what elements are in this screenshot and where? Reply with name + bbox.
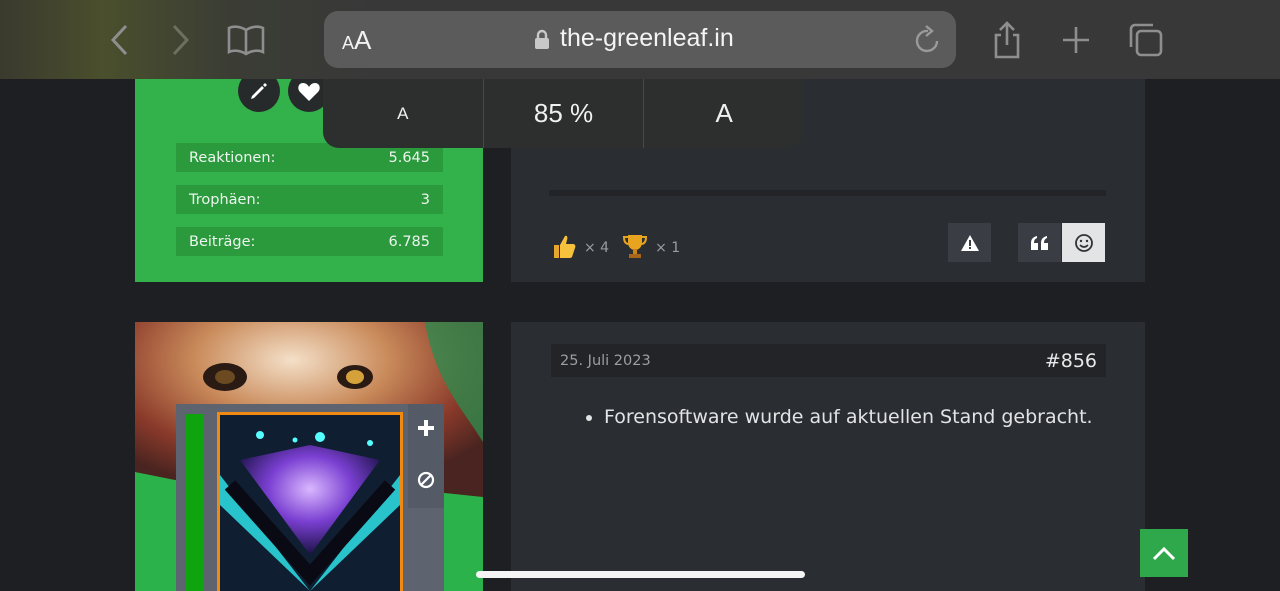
reaction-summary[interactable]: × 4 × 1 bbox=[550, 232, 680, 264]
stat-value: 6.785 bbox=[388, 233, 430, 250]
stat-value: 5.645 bbox=[388, 149, 430, 166]
text-size-button[interactable]: AA bbox=[342, 25, 371, 56]
trophy-icon bbox=[621, 232, 649, 264]
zoom-decrease-button[interactable]: A bbox=[323, 79, 484, 148]
tabs-overview-button[interactable] bbox=[1126, 20, 1166, 60]
stat-label: Reaktionen: bbox=[189, 149, 276, 166]
plus-icon bbox=[1063, 27, 1089, 53]
react-button[interactable] bbox=[1062, 223, 1105, 262]
stat-posts: Beiträge: 6.785 bbox=[176, 227, 443, 256]
post-date[interactable]: 25. Juli 2023 bbox=[560, 353, 651, 369]
forward-button[interactable] bbox=[160, 20, 200, 60]
chevron-right-icon bbox=[172, 24, 190, 56]
post-bullet: Forensoftware wurde auf aktuellen Stand … bbox=[604, 406, 1093, 428]
chevron-left-icon bbox=[110, 24, 128, 56]
block-icon[interactable] bbox=[408, 462, 444, 498]
stat-value: 3 bbox=[420, 191, 430, 208]
zoom-level-button[interactable]: 85 % bbox=[484, 79, 645, 148]
book-icon bbox=[227, 25, 265, 56]
stat-label: Beiträge: bbox=[189, 233, 256, 250]
report-button[interactable] bbox=[948, 223, 991, 262]
reaction-count: × 4 bbox=[584, 240, 610, 256]
user-badge-card bbox=[176, 404, 444, 591]
post-permalink[interactable]: #856 bbox=[1045, 350, 1097, 372]
page-zoom-popover: A 85 % A bbox=[323, 79, 804, 148]
share-button[interactable] bbox=[986, 20, 1028, 60]
url-text[interactable]: the-greenleaf.in bbox=[560, 24, 734, 53]
browser-toolbar: AA the-greenleaf.in bbox=[0, 0, 1280, 79]
plus-icon[interactable] bbox=[408, 410, 444, 446]
lock-icon bbox=[534, 29, 550, 53]
quote-icon bbox=[1030, 235, 1048, 250]
smiley-icon bbox=[1074, 233, 1093, 252]
home-indicator[interactable] bbox=[476, 571, 805, 578]
text-size-large-label: A bbox=[354, 25, 372, 55]
reaction-count: × 1 bbox=[655, 240, 681, 256]
text-size-small-label: A bbox=[342, 33, 355, 53]
address-bar[interactable]: AA the-greenleaf.in bbox=[324, 11, 956, 68]
stat-label: Trophäen: bbox=[189, 191, 261, 208]
level-bar bbox=[186, 414, 204, 591]
thumbs-up-icon bbox=[550, 232, 578, 264]
post-header: 25. Juli 2023 #856 bbox=[551, 344, 1106, 377]
reload-icon[interactable] bbox=[914, 25, 942, 59]
quote-button[interactable] bbox=[1018, 223, 1061, 262]
bookmarks-button[interactable] bbox=[224, 20, 268, 60]
chevron-up-icon bbox=[1152, 546, 1176, 561]
share-icon bbox=[994, 21, 1020, 59]
badge-image bbox=[217, 412, 403, 591]
back-button[interactable] bbox=[100, 20, 140, 60]
stat-trophies: Trophäen: 3 bbox=[176, 185, 443, 214]
tabs-icon bbox=[1129, 23, 1163, 57]
zoom-increase-button[interactable]: A bbox=[644, 79, 804, 148]
badge-actions bbox=[408, 404, 444, 508]
new-tab-button[interactable] bbox=[1056, 20, 1096, 60]
post-panel: 25. Juli 2023 #856 Forensoftware wurde a… bbox=[511, 322, 1145, 591]
scroll-to-top-button[interactable] bbox=[1140, 529, 1188, 577]
warning-icon bbox=[960, 234, 979, 251]
post-content: Forensoftware wurde auf aktuellen Stand … bbox=[604, 406, 1093, 428]
post-divider bbox=[549, 190, 1106, 196]
